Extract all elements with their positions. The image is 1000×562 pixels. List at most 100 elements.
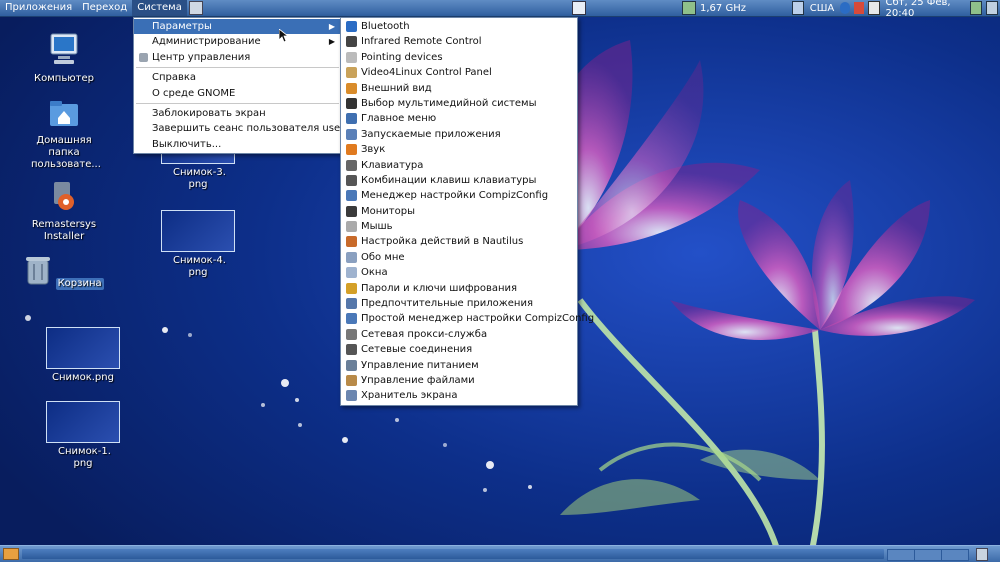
menu-item-label: Bluetooth (361, 21, 410, 32)
menu-item-administration[interactable]: Администрирование ▶ (134, 34, 341, 49)
network-status-icon[interactable] (970, 1, 983, 15)
workspace-2[interactable] (914, 549, 942, 561)
network-applet-icon[interactable] (572, 1, 586, 15)
desktop-icon-label: Компьютер (34, 73, 94, 84)
desktop-icon-screenshot-4[interactable]: Снимок-4. png (155, 210, 241, 279)
image-thumbnail-icon (161, 210, 235, 252)
window-list[interactable] (22, 549, 884, 559)
workspace-3[interactable] (941, 549, 969, 561)
pref-item-22[interactable]: Управление питанием (341, 358, 577, 373)
menu-item-label: Выключить... (152, 138, 222, 150)
shortcuts-icon (346, 174, 357, 186)
desktop-icon-remastersys[interactable]: Remastersys Installer (21, 180, 107, 243)
desktop-icon-home-folder[interactable]: Домашняя папка пользовате... (21, 96, 107, 171)
pref-item-23[interactable]: Управление файлами (341, 373, 577, 388)
menu-separator (136, 102, 339, 104)
clock[interactable]: Сбт, 25 Фев, 20:40 (886, 0, 965, 19)
windows-icon (346, 267, 357, 279)
image-thumbnail-icon (46, 327, 120, 369)
volume-icon[interactable] (854, 2, 864, 14)
pref-item-13[interactable]: Мышь (341, 219, 577, 234)
bluetooth-icon (346, 21, 357, 32)
tray-left (570, 0, 588, 16)
applications-menu[interactable]: Приложения (0, 0, 77, 16)
appearance-icon (346, 82, 357, 94)
pref-item-12[interactable]: Мониторы (341, 204, 577, 219)
pref-item-24[interactable]: Хранитель экрана (341, 388, 577, 403)
pref-item-11[interactable]: Менеджер настройки CompizConfig (341, 188, 577, 203)
pref-item-10[interactable]: Комбинации клавиш клавиатуры (341, 173, 577, 188)
pref-item-9[interactable]: Клавиатура (341, 158, 577, 173)
nautilus-icon (346, 236, 357, 248)
pref-item-17[interactable]: Пароли и ключи шифрования (341, 281, 577, 296)
pref-item-20[interactable]: Сетевая прокси-служба (341, 327, 577, 342)
menu-item-label: Запускаемые приложения (361, 128, 501, 140)
mouse-icon (346, 51, 357, 63)
pref-item-19[interactable]: Простой менеджер настройки CompizConfig (341, 311, 594, 326)
home-folder-icon (50, 101, 78, 126)
submenu-arrow-icon: ▶ (328, 37, 335, 47)
cpu-freq-icon[interactable] (682, 1, 696, 15)
pref-item-18[interactable]: Предпочтительные приложения (341, 296, 577, 311)
pref-item-3[interactable]: Video4Linux Control Panel (341, 65, 577, 80)
desktop-icon-computer[interactable]: Компьютер (21, 32, 107, 85)
pref-item-21[interactable]: Сетевые соединения (341, 342, 577, 357)
mouse-icon (346, 221, 357, 233)
pref-item-4[interactable]: Внешний вид (341, 81, 577, 96)
show-desktop-icon[interactable] (3, 548, 19, 560)
power-tray-icon[interactable] (986, 1, 998, 15)
screensaver-icon (346, 390, 357, 402)
menu-item-about-gnome[interactable]: О среде GNOME (134, 86, 341, 101)
menu-item-label: Предпочтительные приложения (361, 298, 533, 310)
menu-item-label: Хранитель экрана (361, 390, 458, 402)
desktop-icon-screenshot-1[interactable]: Снимок-1. png (40, 401, 126, 470)
desktop-icon-screenshot[interactable]: Снимок.png (40, 327, 126, 384)
menu-item-lock-screen[interactable]: Заблокировать экран (134, 106, 341, 121)
places-menu[interactable]: Переход (77, 0, 132, 16)
pref-item-5[interactable]: Выбор мультимедийной системы (341, 96, 577, 111)
menu-separator (136, 67, 339, 69)
menu-item-label: Обо мне (361, 251, 405, 263)
pref-item-15[interactable]: Обо мне (341, 250, 577, 265)
menu-item-label: О среде GNOME (152, 87, 236, 99)
workspace-1[interactable] (887, 549, 915, 561)
desktop-icon-label: Снимок.png (52, 372, 114, 383)
pref-item-14[interactable]: Настройка действий в Nautilus (341, 234, 577, 249)
menu-item-log-out[interactable]: Завершить сеанс пользователя user... (134, 121, 353, 136)
menu-item-control-center[interactable]: Центр управления (134, 50, 341, 65)
menu-item-label: Сетевая прокси-служба (361, 328, 488, 340)
menu-item-label: Внешний вид (361, 82, 432, 94)
cursor-tool-icon[interactable] (792, 1, 804, 15)
desktop-icon-label: Снимок-4. png (173, 255, 226, 278)
wrench-icon (139, 52, 148, 62)
menu-item-label: Мониторы (361, 205, 415, 217)
battery-icon[interactable] (867, 1, 880, 15)
trash-applet-icon[interactable] (976, 548, 988, 561)
pref-item-16[interactable]: Окна (341, 265, 577, 280)
pref-item-2[interactable]: Pointing devices (341, 50, 577, 65)
pref-item-6[interactable]: Главное меню (341, 111, 577, 126)
menu-item-shut-down[interactable]: Выключить... (134, 137, 341, 152)
pref-item-8[interactable]: Звук (341, 142, 577, 157)
desktop-icon-trash[interactable]: Корзина (21, 254, 107, 290)
bluetooth-tray-icon[interactable] (840, 2, 851, 14)
menu-item-label: Выбор мультимедийной системы (361, 97, 537, 109)
menu-item-label: Менеджер настройки CompizConfig (361, 190, 549, 202)
screenshot-launcher-icon[interactable] (188, 1, 203, 15)
menu-item-help[interactable]: Справка (134, 70, 341, 85)
key-icon (346, 282, 357, 294)
system-menu[interactable]: Система (132, 0, 187, 16)
pref-item-0[interactable]: Bluetooth (341, 19, 577, 34)
pref-item-7[interactable]: Запускаемые приложения (341, 127, 577, 142)
menu-item-preferences[interactable]: Параметры ▶ (134, 19, 341, 35)
multimedia-icon (346, 97, 357, 109)
menu-item-label: Пароли и ключи шифрования (361, 282, 518, 294)
computer-icon (50, 33, 78, 64)
menu-item-label: Главное меню (361, 113, 437, 125)
menu-item-label: Звук (361, 144, 386, 156)
desktop-icon-label: Снимок-1. png (58, 446, 111, 469)
system-menu-popup: Параметры ▶ Администрирование ▶ Центр уп… (133, 17, 353, 155)
pref-item-1[interactable]: Infrared Remote Control (341, 34, 577, 49)
webcam-icon (346, 67, 357, 79)
keyboard-layout-indicator[interactable]: США (810, 3, 835, 14)
